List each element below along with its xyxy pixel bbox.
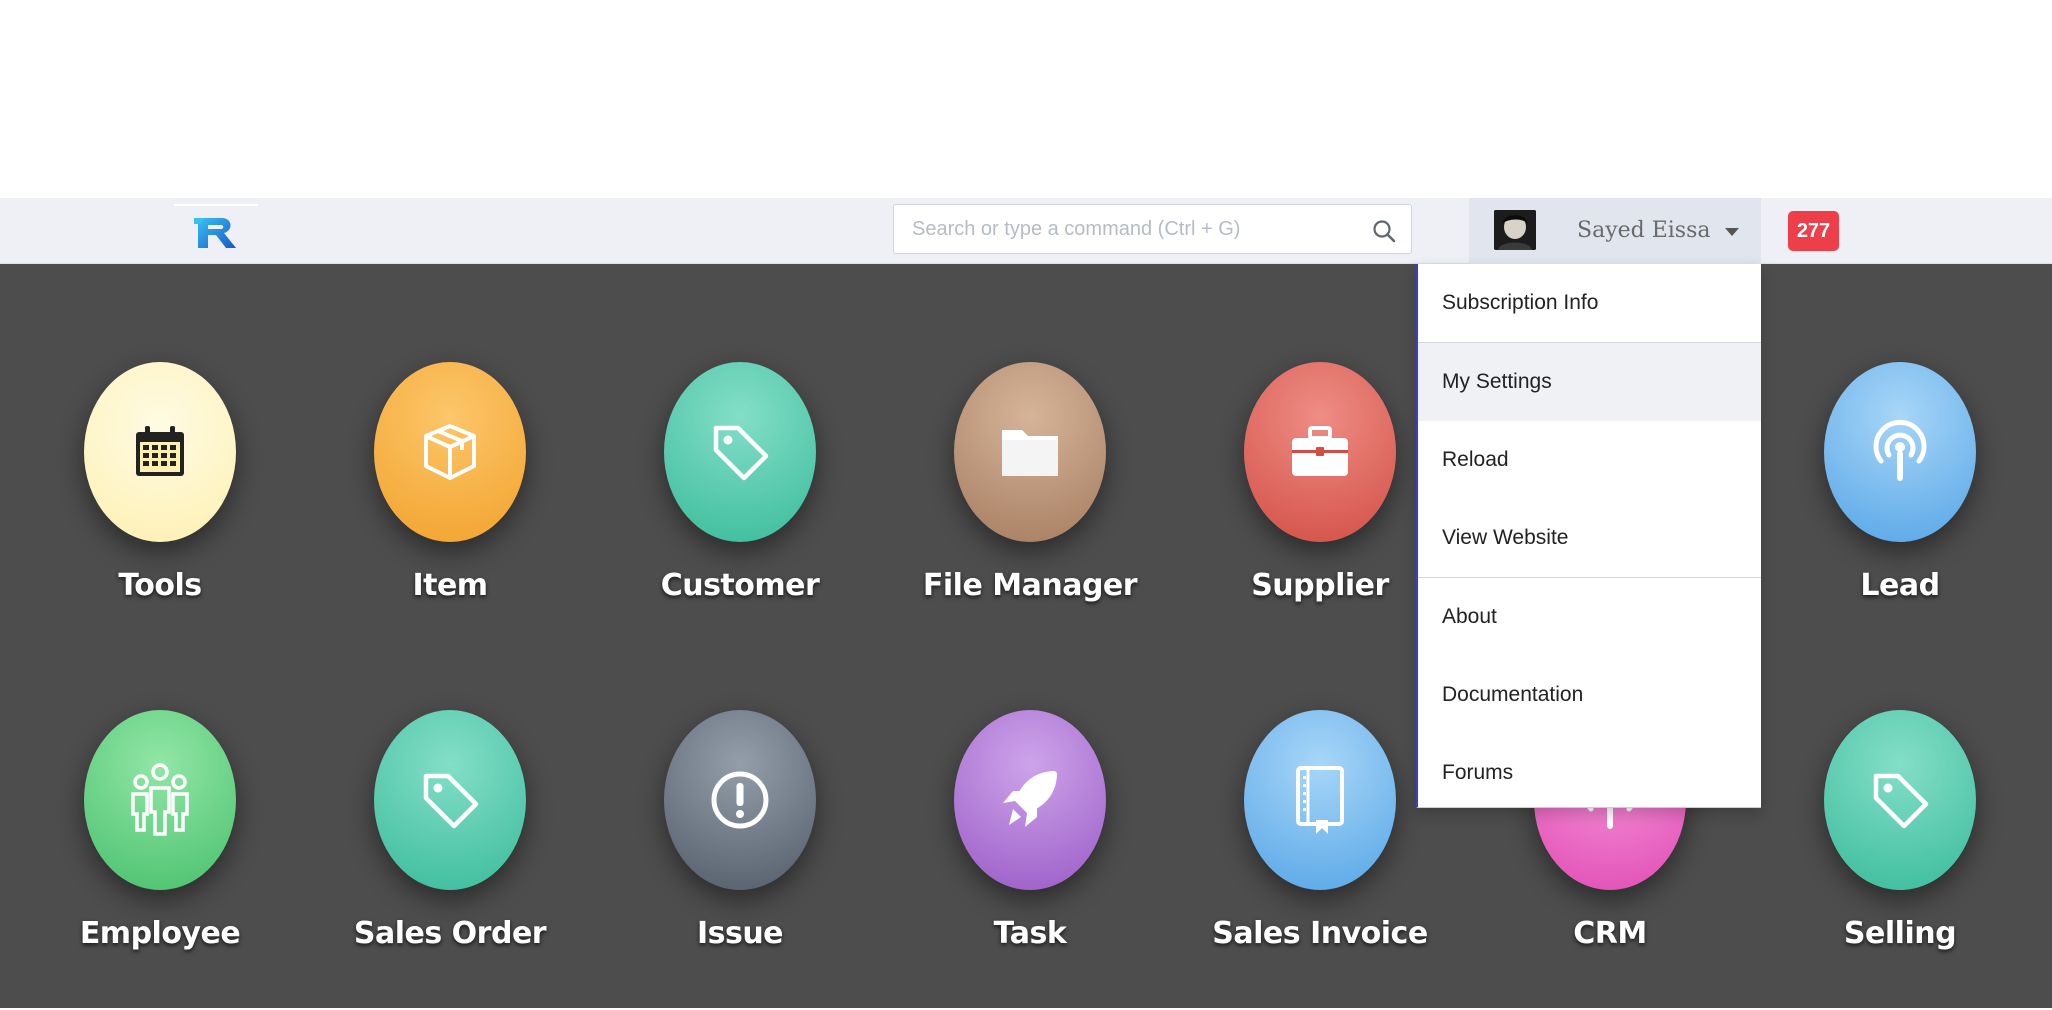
module-item[interactable]: Item <box>324 362 574 662</box>
signal-icon <box>1873 419 1927 481</box>
module-sales-invoice[interactable]: Sales Invoice <box>1194 710 1444 1010</box>
tag-icon <box>713 425 769 481</box>
module-label: CRM <box>1573 916 1647 951</box>
module-customer-tile <box>664 362 816 542</box>
book-icon <box>1296 766 1344 834</box>
module-lead-tile <box>1824 362 1976 542</box>
menu-item-view-website[interactable]: View Website <box>1418 499 1761 577</box>
module-label: Sales Order <box>353 916 547 951</box>
module-label: File Manager <box>922 568 1138 603</box>
module-label: Tools <box>118 568 202 603</box>
alert-icon <box>711 771 769 829</box>
module-label: Lead <box>1860 568 1940 603</box>
calendar-icon <box>136 426 184 476</box>
menu-item-about[interactable]: About <box>1418 578 1761 656</box>
module-item-tile <box>374 362 526 542</box>
user-menu-toggle[interactable]: Sayed Eissa <box>1469 198 1761 264</box>
navbar: Sayed Eissa 277 <box>0 198 2052 264</box>
app-logo[interactable] <box>174 204 258 260</box>
folder-icon <box>1002 430 1058 476</box>
notification-badge[interactable]: 277 <box>1788 211 1839 251</box>
module-label: Item <box>412 568 488 603</box>
module-label: Supplier <box>1251 568 1389 603</box>
menu-item-my-settings[interactable]: My Settings <box>1418 343 1761 421</box>
module-label: Issue <box>696 916 784 951</box>
tag-icon <box>1873 773 1929 829</box>
tag-icon <box>423 773 479 829</box>
page-top-blank <box>0 0 2052 198</box>
module-issue-tile <box>664 710 816 890</box>
user-dropdown-menu: Subscription Info My Settings Reload Vie… <box>1416 264 1761 808</box>
module-selling[interactable]: Selling <box>1774 710 2024 1010</box>
module-task[interactable]: Task <box>904 710 1154 1010</box>
module-file-manager[interactable]: File Manager <box>904 362 1154 662</box>
chevron-down-icon <box>1725 228 1739 236</box>
briefcase-icon <box>1292 426 1348 476</box>
module-label: Selling <box>1843 916 1957 951</box>
module-label: Task <box>993 916 1067 951</box>
search-input[interactable] <box>894 205 1411 253</box>
logo-underline <box>174 204 258 206</box>
rocket-icon <box>1003 771 1057 827</box>
module-issue[interactable]: Issue <box>614 710 864 1010</box>
module-label: Sales Invoice <box>1212 916 1428 951</box>
module-supplier[interactable]: Supplier <box>1194 362 1444 662</box>
module-sales-order[interactable]: Sales Order <box>324 710 574 1010</box>
module-tools-tile <box>84 362 236 542</box>
search-icon[interactable] <box>1371 218 1397 244</box>
people-icon <box>131 763 189 836</box>
module-label: Employee <box>79 916 241 951</box>
module-sales-order-tile <box>374 710 526 890</box>
module-tools[interactable]: Tools <box>34 362 284 662</box>
module-sales-invoice-tile <box>1244 710 1396 890</box>
box-icon <box>424 424 476 480</box>
menu-item-reload[interactable]: Reload <box>1418 421 1761 499</box>
module-selling-tile <box>1824 710 1976 890</box>
logo-icon <box>194 218 236 248</box>
avatar <box>1494 210 1536 250</box>
module-customer[interactable]: Customer <box>614 362 864 662</box>
menu-item-forums[interactable]: Forums <box>1418 734 1761 812</box>
module-employee[interactable]: Employee <box>34 710 284 1010</box>
module-label: Customer <box>660 568 820 603</box>
module-task-tile <box>954 710 1106 890</box>
user-name: Sayed Eissa <box>1577 218 1711 243</box>
module-supplier-tile <box>1244 362 1396 542</box>
module-employee-tile <box>84 710 236 890</box>
menu-item-documentation[interactable]: Documentation <box>1418 656 1761 734</box>
module-lead[interactable]: Lead <box>1774 362 2024 662</box>
search-bar <box>893 204 1412 254</box>
module-file-manager-tile <box>954 362 1106 542</box>
menu-item-subscription-info[interactable]: Subscription Info <box>1418 264 1761 342</box>
